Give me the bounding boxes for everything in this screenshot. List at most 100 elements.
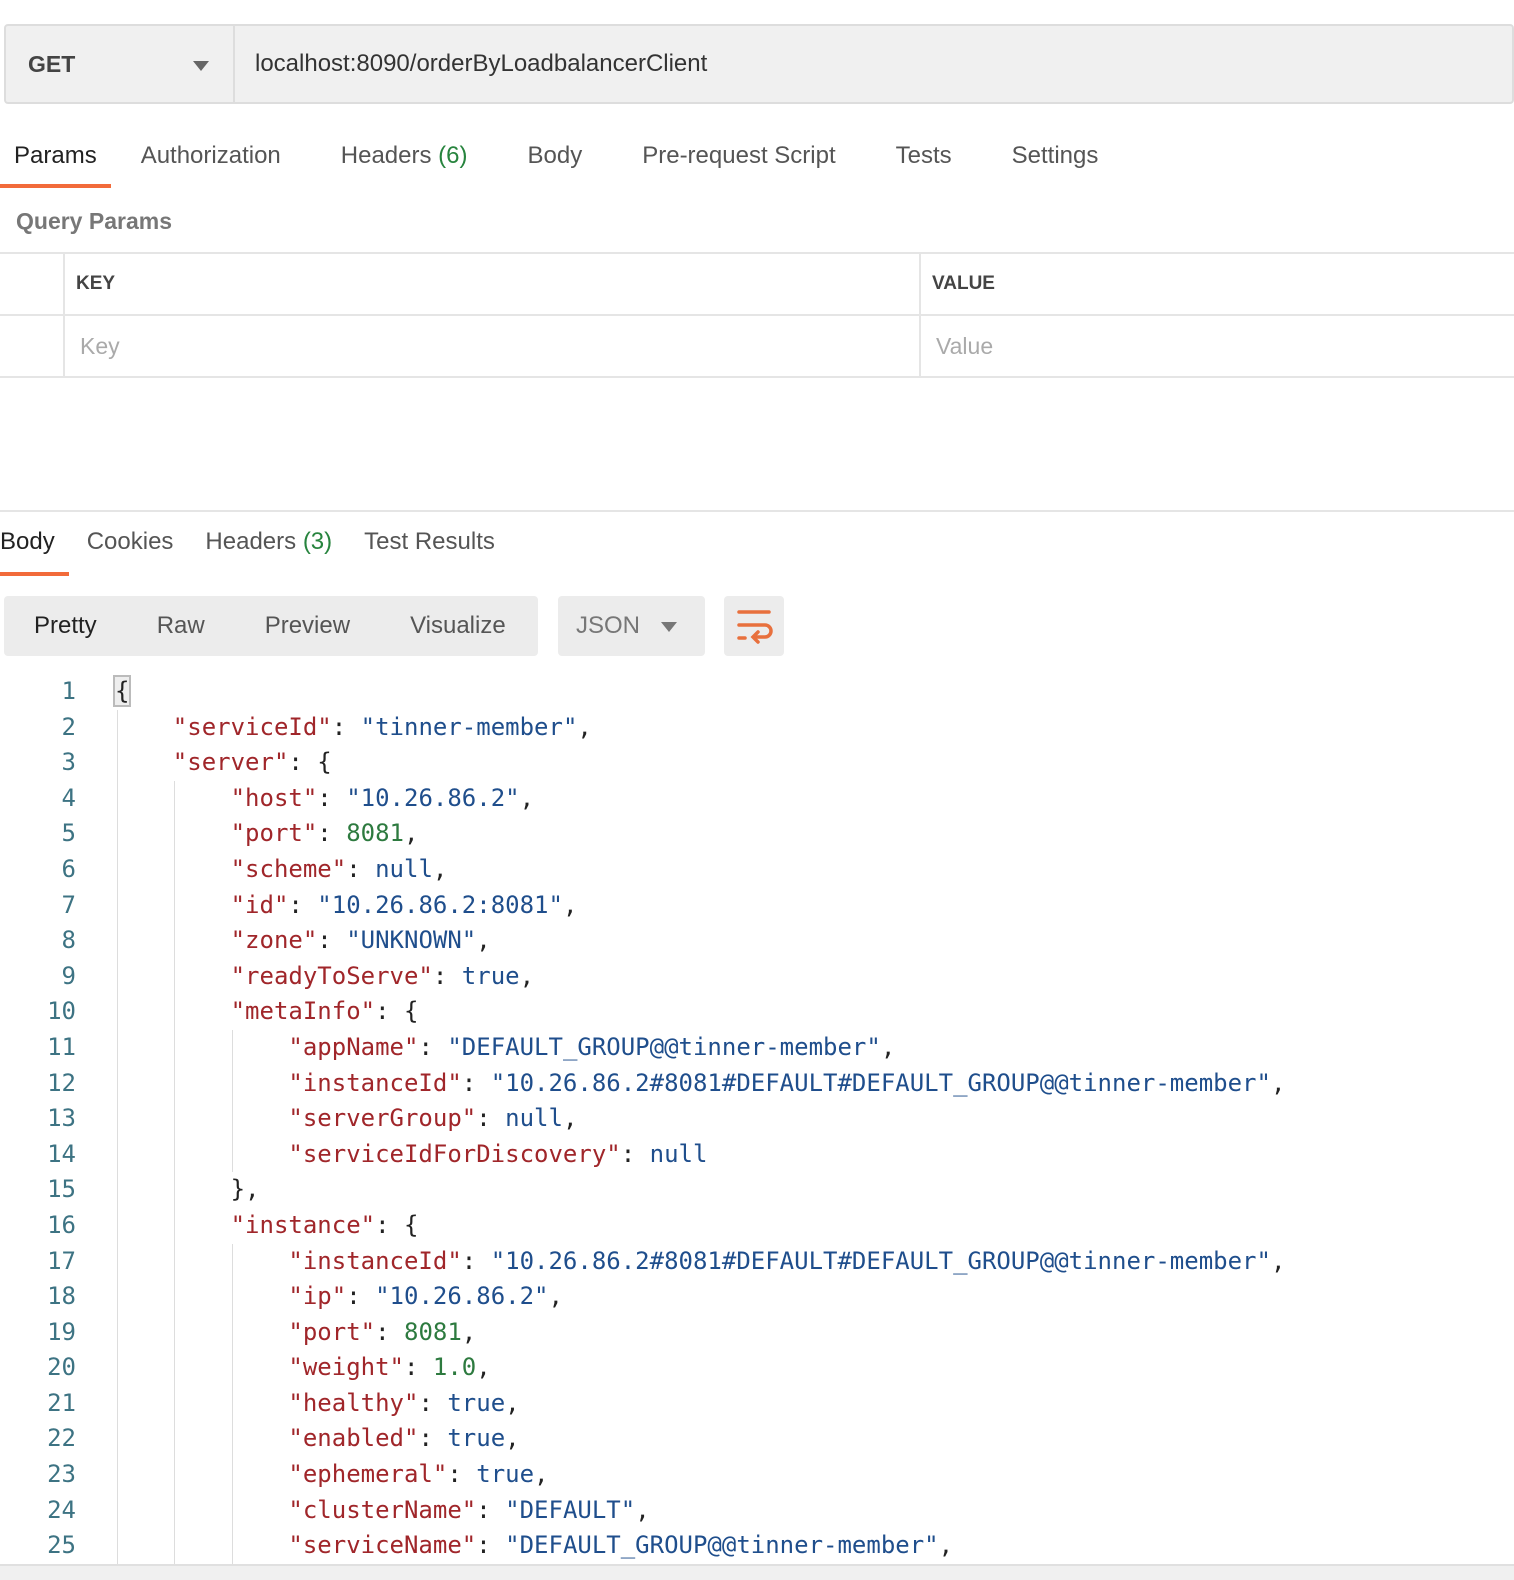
line-number: 8 xyxy=(61,926,76,955)
json-token: "id" xyxy=(230,890,289,919)
format-label: JSON xyxy=(576,612,641,639)
response-body-editor[interactable]: 1{2 "serviceId": "tinner-member", 3 "serv… xyxy=(0,674,1514,1564)
code-line: 16 "instance": { xyxy=(0,1208,1514,1244)
json-token: , xyxy=(562,890,578,919)
code-text: "appName": "DEFAULT_GROUP@@tinner-member… xyxy=(115,1030,895,1066)
response-tab-test-results[interactable]: Test Results xyxy=(364,518,495,576)
code-text: "ephemeral": true, xyxy=(115,1457,548,1493)
code-line: 22 "enabled": true, xyxy=(0,1421,1514,1457)
view-mode-preview[interactable]: Preview xyxy=(235,612,380,640)
json-token: : xyxy=(403,1353,433,1382)
json-token: null xyxy=(649,1139,708,1168)
tab-pre-request-script[interactable]: Pre-request Script xyxy=(628,130,849,188)
code-line: 17 "instanceId": "10.26.86.2#8081#DEFAUL… xyxy=(0,1244,1514,1280)
code-text: "instanceId": "10.26.86.2#8081#DEFAULT#D… xyxy=(115,1066,1285,1102)
json-token: "port" xyxy=(288,1317,376,1346)
json-token: : { xyxy=(375,997,419,1026)
tab-headers[interactable]: Headers (6) xyxy=(327,130,482,188)
code-text: "clusterName": "DEFAULT", xyxy=(115,1493,649,1529)
code-text: "instanceId": "10.26.86.2#8081#DEFAULT#D… xyxy=(115,1244,1285,1280)
json-token: "port" xyxy=(230,819,318,848)
view-mode-group: Pretty Raw Preview Visualize xyxy=(4,596,538,656)
format-select[interactable]: JSON xyxy=(558,596,705,656)
line-number: 5 xyxy=(61,819,76,848)
json-token: , xyxy=(938,1531,954,1560)
response-tab-cookies[interactable]: Cookies xyxy=(87,518,174,576)
line-number: 16 xyxy=(47,1210,76,1239)
json-token: "10.26.86.2#8081#DEFAULT#DEFAULT_GROUP@@… xyxy=(490,1068,1271,1097)
code-text: "host": "10.26.86.2", xyxy=(115,781,534,817)
line-number: 14 xyxy=(47,1139,76,1168)
wrap-lines-button[interactable] xyxy=(724,596,784,656)
tab-label: Body xyxy=(527,142,583,169)
tab-authorization[interactable]: Authorization xyxy=(127,130,295,188)
code-text: "healthy": true, xyxy=(115,1386,520,1422)
json-token: , xyxy=(461,1317,477,1346)
tab-tests[interactable]: Tests xyxy=(882,130,966,188)
view-mode-visualize[interactable]: Visualize xyxy=(380,612,536,640)
tab-params[interactable]: Params xyxy=(0,130,111,188)
code-line: 5 "port": 8081, xyxy=(0,816,1514,852)
json-token: "scheme" xyxy=(230,854,347,883)
request-tabs: Params Authorization Headers (6) Body Pre-re… xyxy=(0,130,1144,188)
tab-label: Body xyxy=(0,528,55,555)
code-text: "zone": "UNKNOWN", xyxy=(115,923,491,959)
tab-body[interactable]: Body xyxy=(514,130,597,188)
chevron-down-icon xyxy=(193,61,209,71)
line-number: 15 xyxy=(47,1175,76,1204)
status-bar xyxy=(0,1564,1514,1580)
url-input[interactable]: localhost:8090/orderByLoadbalancerClient xyxy=(235,26,1512,102)
line-number: 12 xyxy=(47,1068,76,1097)
json-token: "serviceId" xyxy=(172,712,332,741)
json-token: "metaInfo" xyxy=(230,997,376,1026)
request-bar: GET localhost:8090/orderByLoadbalancerCl… xyxy=(4,24,1514,104)
value-header: VALUE xyxy=(932,273,995,294)
json-token: , xyxy=(476,1353,491,1382)
json-token: : xyxy=(461,1246,491,1275)
value-input[interactable]: Value xyxy=(921,316,1514,376)
line-number: 17 xyxy=(47,1246,76,1275)
code-text: "enabled": true, xyxy=(115,1421,519,1457)
code-line: 9 "readyToServe": true, xyxy=(0,959,1514,995)
code-text: "id": "10.26.86.2:8081", xyxy=(115,888,578,924)
view-mode-raw[interactable]: Raw xyxy=(127,612,235,640)
response-tab-body[interactable]: Body xyxy=(0,518,69,576)
line-number: 6 xyxy=(61,854,76,883)
code-line: 14 "serviceIdForDiscovery": null xyxy=(0,1137,1514,1173)
json-token: , xyxy=(432,854,448,883)
method-select[interactable]: GET xyxy=(6,26,235,102)
code-line: 21 "healthy": true, xyxy=(0,1386,1514,1422)
json-token: : xyxy=(620,1139,650,1168)
line-number: 18 xyxy=(47,1282,76,1311)
view-mode-pretty[interactable]: Pretty xyxy=(4,612,127,640)
pane-divider[interactable] xyxy=(0,510,1514,512)
code-text: "instance": { xyxy=(115,1208,419,1244)
code-line: 25 "serviceName": "DEFAULT_GROUP@@tinner… xyxy=(0,1528,1514,1564)
code-line: 3 "server": { xyxy=(0,745,1514,781)
key-input[interactable]: Key xyxy=(65,316,921,376)
json-token: , xyxy=(476,926,491,955)
line-number: 9 xyxy=(61,961,76,990)
code-line: 8 "zone": "UNKNOWN", xyxy=(0,923,1514,959)
json-token: null xyxy=(375,854,433,883)
code-line: 1{ xyxy=(0,674,1514,710)
json-token: "ip" xyxy=(288,1282,347,1311)
code-text: { xyxy=(112,674,132,710)
json-token: "serviceIdForDiscovery" xyxy=(288,1139,621,1168)
json-token: , xyxy=(505,1388,520,1417)
key-header: KEY xyxy=(65,254,921,314)
code-line: 6 "scheme": null, xyxy=(0,852,1514,888)
json-token: "healthy" xyxy=(288,1388,419,1417)
code-line: 11 "appName": "DEFAULT_GROUP@@tinner-mem… xyxy=(0,1030,1514,1066)
json-token: "DEFAULT" xyxy=(505,1495,636,1524)
code-text: "serverGroup": null, xyxy=(115,1101,577,1137)
json-token: , xyxy=(577,712,592,741)
code-text: }, xyxy=(115,1172,260,1208)
json-token: : xyxy=(476,1104,506,1133)
tab-settings[interactable]: Settings xyxy=(998,130,1113,188)
json-token: "weight" xyxy=(288,1353,404,1382)
json-token: { xyxy=(112,675,132,707)
json-token: true xyxy=(447,1424,506,1453)
response-tab-headers[interactable]: Headers (3) xyxy=(205,518,332,576)
json-token: : { xyxy=(288,748,332,777)
